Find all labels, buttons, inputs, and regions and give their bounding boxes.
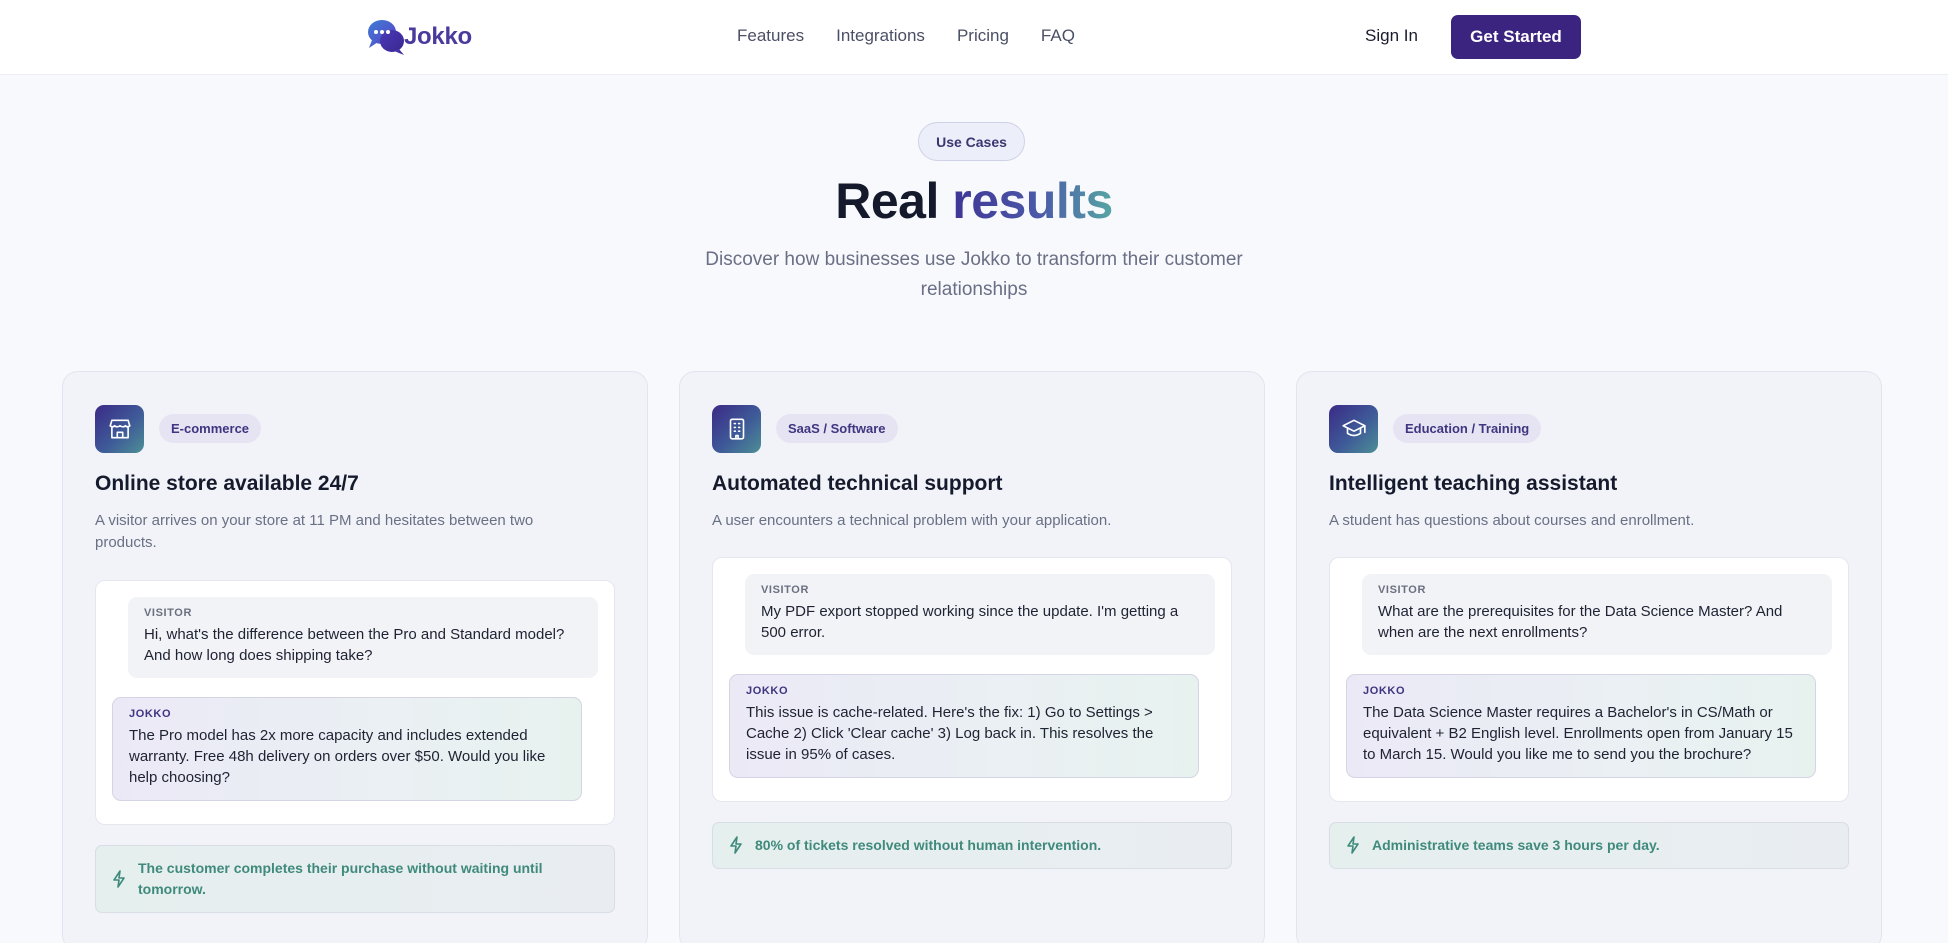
section-subtitle: Discover how businesses use Jokko to tra… bbox=[705, 249, 1243, 300]
section-badge: Use Cases bbox=[918, 122, 1025, 161]
nav-link-pricing[interactable]: Pricing bbox=[957, 26, 1009, 46]
nav-link-features[interactable]: Features bbox=[737, 26, 804, 46]
result-banner: Administrative teams save 3 hours per da… bbox=[1329, 822, 1849, 869]
chat-preview: VISITOR What are the prerequisites for t… bbox=[1329, 557, 1849, 802]
jokko-text: This issue is cache-related. Here's the … bbox=[746, 704, 1154, 763]
chat-bubbles-logo-icon bbox=[368, 20, 404, 55]
card-description: A user encounters a technical problem wi… bbox=[712, 512, 1112, 529]
card-description: A visitor arrives on your store at 11 PM… bbox=[95, 512, 534, 551]
jokko-message: JOKKO The Data Science Master requires a… bbox=[1346, 674, 1816, 778]
jokko-message: JOKKO The Pro model has 2x more capacity… bbox=[112, 697, 582, 801]
nav-link-integrations[interactable]: Integrations bbox=[836, 26, 925, 46]
lightning-icon bbox=[730, 836, 742, 854]
jokko-label: JOKKO bbox=[129, 708, 172, 720]
visitor-text: My PDF export stopped working since the … bbox=[761, 603, 1179, 641]
building-icon bbox=[712, 405, 761, 453]
jokko-label: JOKKO bbox=[746, 685, 789, 697]
chat-preview: VISITOR My PDF export stopped working si… bbox=[712, 557, 1232, 802]
graduation-cap-icon bbox=[1329, 405, 1378, 453]
card-title: Online store available 24/7 bbox=[95, 472, 359, 495]
brand-name: Jokko bbox=[404, 23, 472, 50]
use-case-card-ecommerce: E-commerce Online store available 24/7 A… bbox=[62, 371, 648, 943]
result-text: 80% of tickets resolved without human in… bbox=[755, 837, 1102, 853]
card-tag: SaaS / Software bbox=[776, 414, 898, 443]
visitor-message: VISITOR Hi, what's the difference betwee… bbox=[128, 597, 598, 678]
use-case-card-education: Education / Training Intelligent teachin… bbox=[1296, 371, 1882, 943]
lightning-icon bbox=[1347, 836, 1359, 854]
section-title: Real results bbox=[0, 172, 1948, 230]
result-banner: 80% of tickets resolved without human in… bbox=[712, 822, 1232, 869]
nav-link-faq[interactable]: FAQ bbox=[1041, 26, 1075, 46]
jokko-label: JOKKO bbox=[1363, 685, 1406, 697]
title-accent: results bbox=[952, 173, 1113, 229]
main-nav: Features Integrations Pricing FAQ bbox=[737, 26, 1075, 46]
visitor-text: What are the prerequisites for the Data … bbox=[1378, 603, 1783, 641]
result-text: The customer completes their purchase wi… bbox=[138, 860, 543, 897]
jokko-text: The Data Science Master requires a Bache… bbox=[1363, 704, 1793, 763]
top-nav: Jokko Features Integrations Pricing FAQ … bbox=[0, 0, 1948, 75]
chat-preview: VISITOR Hi, what's the difference betwee… bbox=[95, 580, 615, 825]
card-title: Automated technical support bbox=[712, 472, 1003, 495]
sign-in-link[interactable]: Sign In bbox=[1365, 26, 1418, 46]
use-case-card-saas: SaaS / Software Automated technical supp… bbox=[679, 371, 1265, 943]
visitor-label: VISITOR bbox=[1378, 584, 1427, 596]
get-started-button[interactable]: Get Started bbox=[1451, 15, 1581, 59]
visitor-label: VISITOR bbox=[144, 607, 193, 619]
visitor-message: VISITOR My PDF export stopped working si… bbox=[745, 574, 1215, 655]
card-description: A student has questions about courses an… bbox=[1329, 512, 1695, 529]
result-text: Administrative teams save 3 hours per da… bbox=[1372, 837, 1660, 853]
card-tag: E-commerce bbox=[159, 414, 262, 443]
visitor-label: VISITOR bbox=[761, 584, 810, 596]
title-plain: Real bbox=[835, 173, 939, 229]
brand-logo[interactable]: Jokko bbox=[366, 18, 472, 56]
card-title: Intelligent teaching assistant bbox=[1329, 472, 1618, 495]
jokko-text: The Pro model has 2x more capacity and i… bbox=[129, 727, 546, 786]
visitor-text: Hi, what's the difference between the Pr… bbox=[144, 626, 565, 664]
card-tag: Education / Training bbox=[1393, 414, 1542, 443]
result-banner: The customer completes their purchase wi… bbox=[95, 845, 615, 913]
jokko-message: JOKKO This issue is cache-related. Here'… bbox=[729, 674, 1199, 778]
store-icon bbox=[95, 405, 144, 453]
visitor-message: VISITOR What are the prerequisites for t… bbox=[1362, 574, 1832, 655]
lightning-icon bbox=[113, 870, 125, 888]
